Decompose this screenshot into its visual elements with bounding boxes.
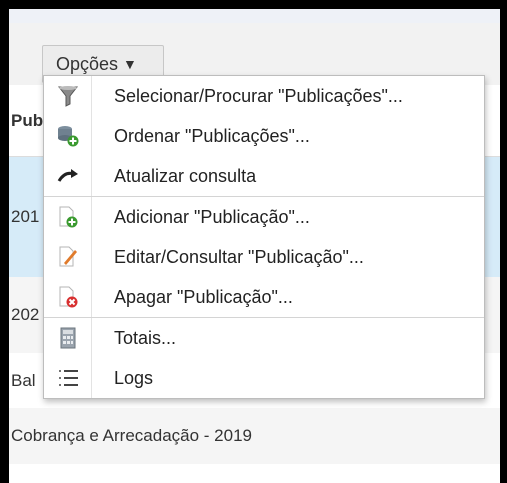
menu-item-label: Apagar "Publicação"...: [114, 286, 293, 307]
menu-item-sort[interactable]: Ordenar "Publicações"...: [44, 116, 484, 156]
sort-database-icon: [44, 116, 92, 156]
calculator-icon: [44, 318, 92, 358]
menu-item-logs[interactable]: Logs: [44, 358, 484, 398]
top-band: [9, 9, 500, 23]
menu-item-edit[interactable]: Editar/Consultar "Publicação"...: [44, 237, 484, 277]
menu-item-label: Atualizar consulta: [114, 165, 257, 186]
add-document-icon: [44, 197, 92, 237]
app-frame: Opções ▼ Pub 201 202 Bal Cobrança e Arre…: [9, 9, 500, 483]
menu-item-label: Ordenar "Publicações"...: [114, 125, 310, 146]
menu-item-label: Logs: [114, 367, 154, 388]
refresh-arrow-icon: [44, 156, 92, 196]
cell-text: Cobrança e Arrecadação - 2019: [11, 426, 252, 445]
menu-item-label: Selecionar/Procurar "Publicações"...: [114, 85, 403, 106]
column-header-label: Pub: [11, 110, 44, 130]
menu-item-label: Editar/Consultar "Publicação"...: [114, 246, 364, 267]
cell-text: 202: [11, 305, 40, 324]
menu-item-label: Adicionar "Publicação"...: [114, 206, 310, 227]
options-menu: Selecionar/Procurar "Publicações"... Ord…: [43, 75, 485, 399]
cell-text: Bal: [11, 370, 36, 390]
cell-text: 201: [11, 207, 40, 226]
menu-item-label: Totais...: [114, 327, 177, 348]
menu-item-delete[interactable]: Apagar "Publicação"...: [44, 277, 484, 317]
edit-document-icon: [44, 237, 92, 277]
options-button-label: Opções: [56, 53, 119, 74]
menu-item-select-search[interactable]: Selecionar/Procurar "Publicações"...: [44, 76, 484, 116]
filter-icon: [44, 76, 92, 116]
menu-item-totals[interactable]: Totais...: [44, 318, 484, 358]
table-row[interactable]: Cobrança e Arrecadação - 2019: [9, 408, 500, 464]
list-icon: [44, 358, 92, 398]
caret-down-icon: ▼: [123, 56, 137, 72]
menu-item-add[interactable]: Adicionar "Publicação"...: [44, 197, 484, 237]
table-row[interactable]: [9, 464, 500, 483]
delete-document-icon: [44, 277, 92, 317]
menu-item-refresh[interactable]: Atualizar consulta: [44, 156, 484, 196]
